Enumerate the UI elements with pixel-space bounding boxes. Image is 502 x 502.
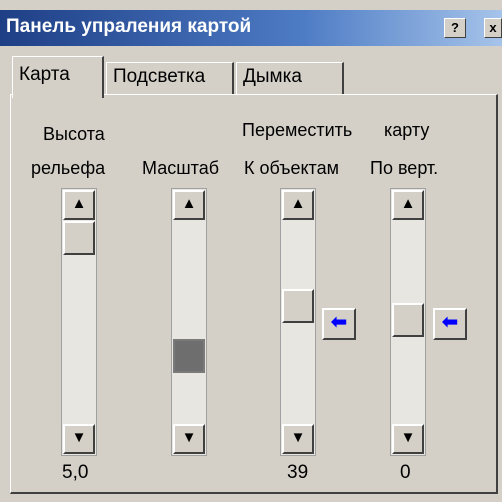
window-title: Панель упраления картой bbox=[6, 16, 252, 37]
to-objects-scroll-up-button[interactable]: ▲ bbox=[282, 190, 314, 220]
vertical-value: 0 bbox=[400, 462, 411, 483]
move-vertical-button[interactable]: ⬅ bbox=[433, 308, 467, 340]
label-height-line1: Высота bbox=[43, 124, 105, 144]
tab-map[interactable]: Карта bbox=[12, 56, 104, 98]
tab-highlight[interactable]: Подсветка bbox=[106, 62, 234, 94]
scale-scroll-down-button[interactable]: ▼ bbox=[173, 424, 205, 454]
height-value: 5,0 bbox=[62, 462, 89, 483]
title-bar[interactable]: Панель упраления картой ? x bbox=[0, 10, 502, 46]
label-scale: Масштаб bbox=[142, 158, 220, 178]
to-objects-scrollbar[interactable]: ▲ ▼ bbox=[280, 188, 316, 456]
scale-scroll-up-button[interactable]: ▲ bbox=[173, 190, 205, 220]
label-to-objects: К объектам bbox=[244, 158, 339, 178]
map-control-panel-window: Панель упраления картой ? x Карта Подсве… bbox=[0, 0, 502, 502]
tab-haze[interactable]: Дымка bbox=[236, 62, 344, 94]
left-arrow-icon: ⬅ bbox=[442, 312, 458, 333]
label-move-map-part2: карту bbox=[384, 120, 430, 140]
tab-strip: Карта Подсветка Дымка bbox=[12, 56, 492, 98]
vertical-scrollbar[interactable]: ▲ ▼ bbox=[390, 188, 426, 456]
label-height-line2: рельефа bbox=[31, 158, 106, 178]
height-scrollbar[interactable]: ▲ ▼ bbox=[61, 188, 97, 456]
close-button[interactable]: x bbox=[484, 18, 502, 38]
scale-scroll-thumb[interactable] bbox=[173, 339, 205, 373]
height-scroll-down-button[interactable]: ▼ bbox=[63, 424, 95, 454]
left-arrow-icon: ⬅ bbox=[331, 312, 347, 333]
label-move-map: Переместить bbox=[242, 120, 353, 140]
help-button[interactable]: ? bbox=[444, 18, 466, 38]
to-objects-scroll-thumb[interactable] bbox=[282, 289, 314, 323]
vertical-scroll-thumb[interactable] bbox=[392, 303, 424, 337]
scale-scrollbar[interactable]: ▲ ▼ bbox=[171, 188, 207, 456]
to-objects-value: 39 bbox=[287, 462, 309, 483]
height-scroll-up-button[interactable]: ▲ bbox=[63, 190, 95, 220]
vertical-scroll-up-button[interactable]: ▲ bbox=[392, 190, 424, 220]
height-scroll-thumb[interactable] bbox=[63, 221, 95, 255]
vertical-scroll-down-button[interactable]: ▼ bbox=[392, 424, 424, 454]
move-to-objects-button[interactable]: ⬅ bbox=[322, 308, 356, 340]
label-vertical: По верт. bbox=[370, 158, 439, 178]
to-objects-scroll-down-button[interactable]: ▼ bbox=[282, 424, 314, 454]
